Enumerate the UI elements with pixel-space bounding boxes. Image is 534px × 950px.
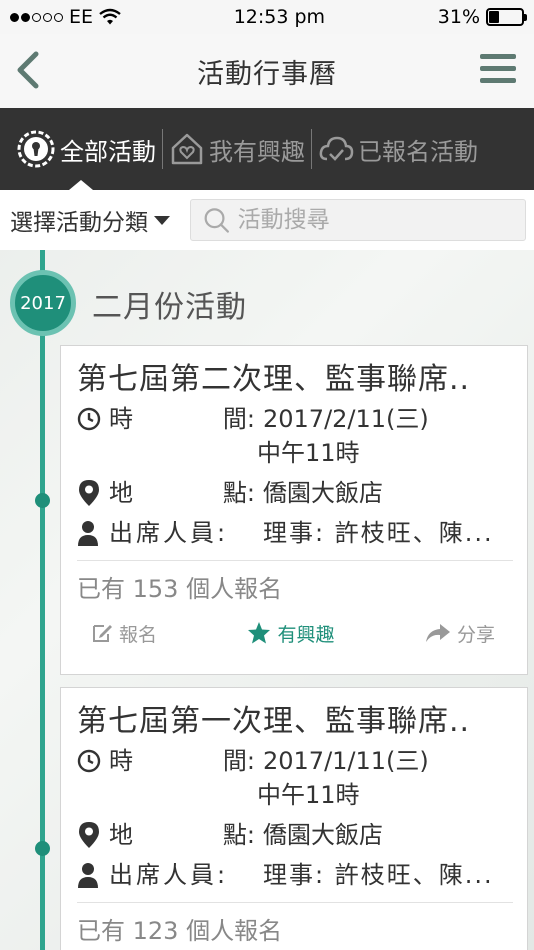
search-input[interactable] [237,207,513,233]
interest-label: 有興趣 [277,623,335,646]
tab-label: 全部活動 [60,137,156,166]
search-box[interactable] [190,199,526,241]
tab-bar: 全部活動 我有興趣 已報名活動 [0,108,534,190]
event-time-row: 時間: 2017/2/11(三) [77,402,513,436]
people-value: 理事: 許枝旺、陳... [263,519,494,547]
time-value: 2017/2/11(三) [263,405,429,433]
menu-button[interactable] [480,54,516,86]
person-icon [77,858,103,892]
event-people-row: 出席人員: 理事: 許枝旺、陳... [77,858,513,892]
share-label: 分享 [456,623,495,646]
event-title: 第七屆第一次理、監事聯席.. [77,704,471,739]
year-badge: 2017 [10,270,76,336]
card-actions: 報名 有興趣 分享 [77,606,513,660]
people-label: 出席人員: [109,519,229,547]
time-label: 時間: [109,405,255,433]
edit-icon [93,625,112,642]
month-title: 二月份活動 [92,290,247,325]
status-bar: EE 12:53 pm 31% [0,0,534,34]
time-value-2: 中午11時 [257,439,360,467]
signup-label: 報名 [119,623,158,646]
back-button[interactable] [10,48,50,92]
signup-count: 已有 123 個人報名 [77,902,513,948]
nav-bar: 活動行事曆 [0,34,534,108]
tab-label: 我有興趣 [209,137,305,166]
caret-down-icon [154,215,170,225]
year-text: 2017 [20,292,66,314]
place-label: 地點: [109,821,255,849]
page-title: 活動行事曆 [197,58,337,90]
time-label: 時間: [109,747,255,775]
star-icon [248,622,271,644]
house-heart-icon [171,133,203,165]
share-icon [425,624,450,642]
location-pin-icon [77,818,103,852]
place-label: 地點: [109,479,255,507]
clock-icon [77,744,103,778]
search-icon [204,208,229,233]
status-right: 31% [437,6,527,28]
event-title: 第七屆第二次理、監事聯席.. [77,362,471,397]
tab-registered[interactable]: 已報名活動 [312,108,484,190]
event-place-row: 地點: 僑園大飯店 [77,476,513,510]
event-time-row: 時間: 2017/1/11(三) [77,744,513,778]
timeline-dot [35,841,50,856]
chevron-left-icon [17,51,39,89]
people-label: 出席人員: [109,861,229,889]
category-dropdown[interactable]: 選擇活動分類 [10,203,170,237]
hamburger-menu-icon [480,54,516,59]
place-value: 僑園大飯店 [263,479,383,507]
battery-percent: 31% [437,6,480,28]
share-button[interactable]: 分享 [425,620,495,647]
clock: 12:53 pm [233,6,326,28]
event-card[interactable]: 第七屆第二次理、監事聯席.. 時間: 2017/2/11(三) 中午11時 地點… [60,345,528,675]
location-pin-icon [77,476,103,510]
status-left: EE [10,6,121,28]
time-value-2: 中午11時 [257,781,360,809]
timeline-dot [35,493,50,508]
tab-label: 已報名活動 [358,137,478,166]
tab-interested[interactable]: 我有興趣 [163,108,311,190]
time-value: 2017/1/11(三) [263,747,429,775]
cloud-check-icon [319,136,354,161]
event-place-row: 地點: 僑園大飯店 [77,818,513,852]
person-icon [77,516,103,550]
interest-button[interactable]: 有興趣 [247,620,335,647]
wifi-icon [99,8,121,25]
filter-bar: 選擇活動分類 [0,190,534,250]
tab-all-events[interactable]: 全部活動 [0,108,162,190]
event-people-row: 出席人員: 理事: 許枝旺、陳... [77,516,513,550]
carrier-name: EE [69,6,94,28]
place-value: 僑園大飯店 [263,821,383,849]
signal-strength-icon [10,12,63,22]
people-value: 理事: 許枝旺、陳... [263,861,494,889]
event-card[interactable]: 第七屆第一次理、監事聯席.. 時間: 2017/1/11(三) 中午11時 地點… [60,687,528,950]
category-label: 選擇活動分類 [10,210,148,236]
keyhole-icon [17,130,55,168]
clock-icon [77,402,103,436]
signup-button[interactable]: 報名 [91,620,157,647]
signup-count: 已有 153 個人報名 [77,560,513,606]
battery-icon [486,8,527,26]
